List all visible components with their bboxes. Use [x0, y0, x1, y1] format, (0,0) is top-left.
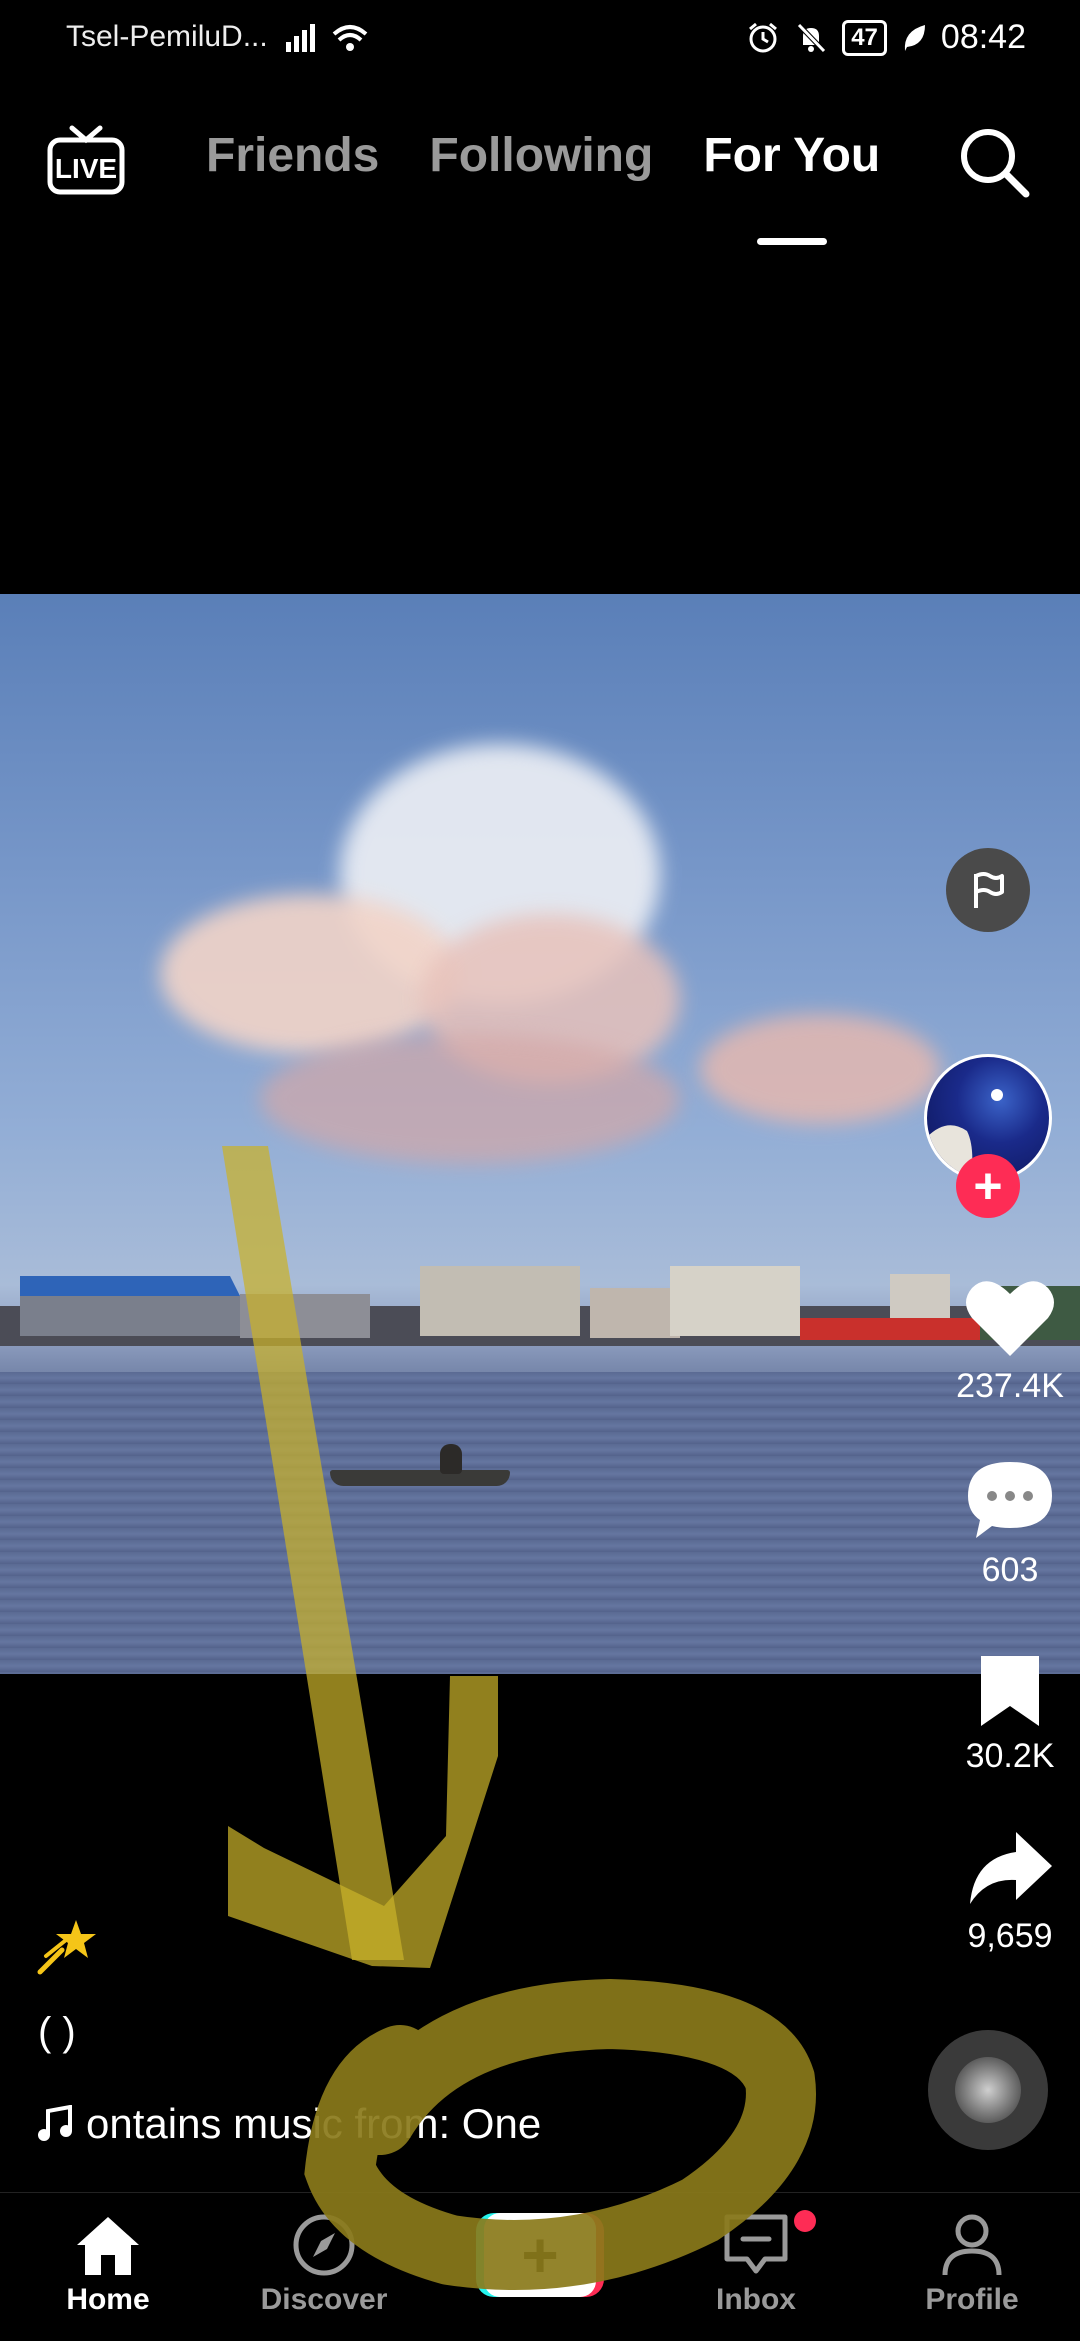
like-action[interactable]: 237.4K — [940, 1276, 1080, 1406]
compass-icon — [293, 2214, 355, 2276]
share-arrow-icon — [970, 1832, 1052, 1904]
flag-icon — [974, 872, 1004, 908]
clock: 08:42 — [940, 18, 1026, 56]
video-caption[interactable]: ( ) — [38, 2010, 76, 2055]
carrier-name: Tsel-PemiluD... — [66, 20, 268, 53]
bottom-nav: Home Discover + Inbox Profile — [0, 2192, 1080, 2341]
report-flag-button[interactable] — [946, 848, 1030, 932]
music-title: ontains music from: One — [86, 2100, 542, 2147]
music-disc[interactable] — [928, 2030, 1048, 2150]
create-video-button[interactable]: + — [476, 2213, 604, 2297]
mute-bell-icon — [797, 22, 827, 53]
music-disc-cover — [955, 2057, 1021, 2123]
boat — [330, 1470, 510, 1486]
bookmark-action[interactable]: 30.2K — [940, 1652, 1080, 1776]
nav-profile[interactable]: Profile — [892, 2213, 1052, 2317]
comment-action[interactable]: 603 — [940, 1458, 1080, 1590]
status-bar: Tsel-PemiluD... 47 08:42 — [0, 0, 1080, 78]
tab-friends[interactable]: Friends — [206, 128, 379, 183]
tab-for-you[interactable]: For You — [703, 128, 880, 183]
comment-bubble-icon — [968, 1462, 1052, 1538]
share-count: 9,659 — [967, 1917, 1053, 1955]
status-right: 47 08:42 — [746, 18, 1026, 57]
comment-count: 603 — [981, 1551, 1039, 1589]
shooting-star-icon — [37, 1920, 96, 1975]
nav-inbox-label: Inbox — [716, 2283, 796, 2316]
cloud — [260, 1034, 680, 1164]
nav-home-label: Home — [66, 2283, 150, 2316]
leaf-icon — [904, 24, 925, 51]
feed-tabs: Friends Following For You — [206, 128, 880, 183]
cloud — [700, 1014, 940, 1124]
music-info[interactable]: ontains music from: One — [36, 2100, 576, 2148]
live-label: LIVE — [55, 153, 117, 184]
waterfront-buildings — [0, 1266, 1080, 1346]
heart-icon — [966, 1281, 1054, 1356]
tab-following[interactable]: Following — [429, 128, 653, 183]
bookmark-icon — [981, 1656, 1039, 1726]
search-icon[interactable] — [956, 124, 1032, 200]
rower — [440, 1444, 462, 1474]
inbox-notification-dot — [794, 2210, 816, 2232]
home-icon — [77, 2217, 139, 2275]
cloud — [160, 894, 460, 1054]
alarm-icon — [749, 22, 778, 52]
plus-icon: + — [484, 2213, 596, 2297]
nav-profile-label: Profile — [925, 2283, 1019, 2316]
bookmark-count: 30.2K — [965, 1737, 1055, 1775]
like-count: 237.4K — [956, 1367, 1064, 1405]
signal-wifi-icon — [286, 24, 368, 52]
music-note-icon — [38, 2105, 72, 2141]
live-tv-icon: LIVE — [47, 125, 125, 195]
follow-button[interactable]: + — [956, 1154, 1020, 1218]
video-player[interactable] — [0, 594, 1080, 1674]
nav-discover-label: Discover — [260, 2283, 388, 2316]
inbox-icon — [724, 2214, 788, 2274]
live-button[interactable]: LIVE — [46, 124, 126, 198]
share-action[interactable]: 9,659 — [940, 1828, 1080, 1956]
nav-discover[interactable]: Discover — [244, 2213, 404, 2317]
profile-icon — [942, 2214, 1002, 2276]
river-water — [0, 1372, 1080, 1674]
battery-level: 47 — [842, 19, 887, 56]
nav-home[interactable]: Home — [28, 2213, 188, 2317]
